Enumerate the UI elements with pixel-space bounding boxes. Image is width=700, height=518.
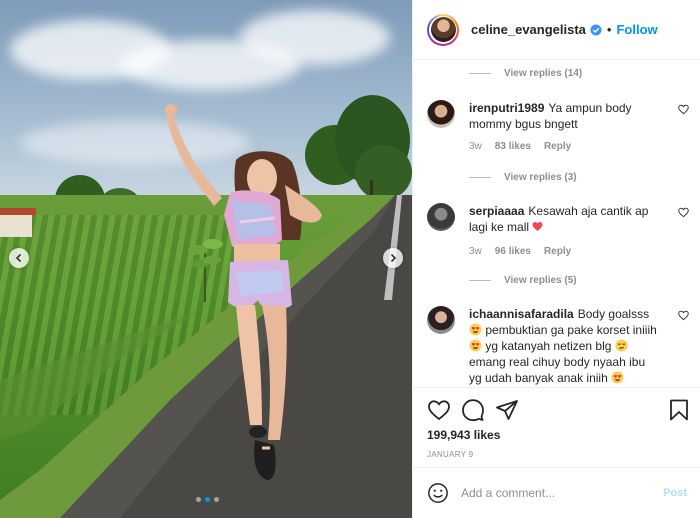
post-actions: 199,943 likes JANUARY 9 xyxy=(413,387,700,467)
carousel-next-button[interactable] xyxy=(383,248,403,268)
carousel-prev-button[interactable] xyxy=(9,248,29,268)
comment-item: ichaannisafaradila Body goalsss pembuktia… xyxy=(427,306,689,387)
view-replies-label: View replies (3) xyxy=(504,172,577,183)
replies-divider xyxy=(469,177,491,178)
like-heart-icon[interactable] xyxy=(427,398,451,422)
author-avatar-image xyxy=(430,17,456,42)
view-replies-link[interactable]: View replies (5) xyxy=(469,275,577,286)
avatar-inner xyxy=(429,15,457,44)
instagram-post-modal: celine_evangelista • Follow View replies… xyxy=(0,0,700,518)
view-replies-link[interactable]: View replies (14) xyxy=(469,68,582,79)
comment-reply-button[interactable]: Reply xyxy=(544,141,571,152)
view-replies-label: View replies (5) xyxy=(504,275,577,286)
comment-time: 3w xyxy=(469,141,482,152)
post-date: JANUARY 9 xyxy=(427,450,474,459)
comment-like-heart-icon[interactable] xyxy=(678,207,689,218)
comment-username[interactable]: irenputri1989 xyxy=(469,101,544,115)
comment-text: irenputri1989 Ya ampun body mommy bgus bn… xyxy=(469,100,661,132)
comment-text: serpiaaaa Kesawah aja cantik ap lagi ke m… xyxy=(469,203,661,235)
comment-avatar[interactable] xyxy=(427,100,455,128)
red-heart-emoji-icon xyxy=(532,222,543,231)
replies-divider xyxy=(469,73,491,74)
comment-text: ichaannisafaradila Body goalsss pembuktia… xyxy=(469,306,661,386)
post-comment-button[interactable]: Post xyxy=(663,487,687,499)
comment-composer: Post xyxy=(413,467,700,518)
comments-list[interactable]: View replies (14) irenputri1989 Ya ampun … xyxy=(413,60,700,387)
comment-content: pembuktian ga pake korset iniiih xyxy=(485,323,657,337)
comment-like-heart-icon[interactable] xyxy=(678,104,689,115)
comment-content: Body goalsss xyxy=(577,307,650,321)
save-bookmark-icon[interactable] xyxy=(667,398,691,422)
chevron-right-icon xyxy=(390,253,397,263)
heart-eyes-emoji-icon xyxy=(611,371,624,384)
author-avatar[interactable] xyxy=(427,13,459,46)
comment-item: serpiaaaa Kesawah aja cantik ap lagi ke m… xyxy=(427,203,689,263)
view-replies-label: View replies (14) xyxy=(504,68,583,79)
comment-avatar[interactable] xyxy=(427,203,455,231)
verified-badge-icon xyxy=(590,24,602,35)
unamused-face-emoji-icon xyxy=(615,339,628,352)
emoji-smiley-icon[interactable] xyxy=(427,482,449,504)
post-header: celine_evangelista • Follow xyxy=(413,0,700,60)
author-username[interactable]: celine_evangelista xyxy=(471,22,586,37)
comment-username[interactable]: ichaannisafaradila xyxy=(469,307,574,321)
carousel-dot xyxy=(196,497,201,502)
view-replies-link[interactable]: View replies (3) xyxy=(469,172,577,183)
comment-likes[interactable]: 96 likes xyxy=(495,246,531,257)
likes-count[interactable]: 199,943 likes xyxy=(427,428,500,442)
comment-avatar[interactable] xyxy=(427,306,455,334)
comment-meta: 3w 83 likes Reply xyxy=(469,141,571,152)
header-separator: • xyxy=(606,22,612,37)
comment-item: irenputri1989 Ya ampun body mommy bgus bn… xyxy=(427,100,689,160)
comment-username[interactable]: serpiaaaa xyxy=(469,204,524,218)
comment-time: 3w xyxy=(469,246,482,257)
post-photo[interactable] xyxy=(0,0,412,518)
chevron-left-icon xyxy=(15,253,22,263)
add-comment-input[interactable] xyxy=(461,482,651,504)
comment-like-heart-icon[interactable] xyxy=(678,310,689,321)
carousel-dot-active xyxy=(205,497,210,502)
post-side-panel: celine_evangelista • Follow View replies… xyxy=(412,0,700,518)
carousel-indicator xyxy=(196,497,219,502)
share-paper-plane-icon[interactable] xyxy=(495,398,519,422)
comment-content: yg katanyah netizen blg xyxy=(485,339,612,353)
photo-person xyxy=(165,104,322,480)
heart-eyes-emoji-icon xyxy=(469,323,482,336)
comment-meta: 3w 96 likes Reply xyxy=(469,246,571,257)
replies-divider xyxy=(469,280,491,281)
follow-button[interactable]: Follow xyxy=(616,22,657,37)
carousel-dot xyxy=(214,497,219,502)
comment-reply-button[interactable]: Reply xyxy=(544,246,571,257)
comment-likes[interactable]: 83 likes xyxy=(495,141,531,152)
comment-bubble-icon[interactable] xyxy=(461,398,485,422)
heart-eyes-emoji-icon xyxy=(469,339,482,352)
